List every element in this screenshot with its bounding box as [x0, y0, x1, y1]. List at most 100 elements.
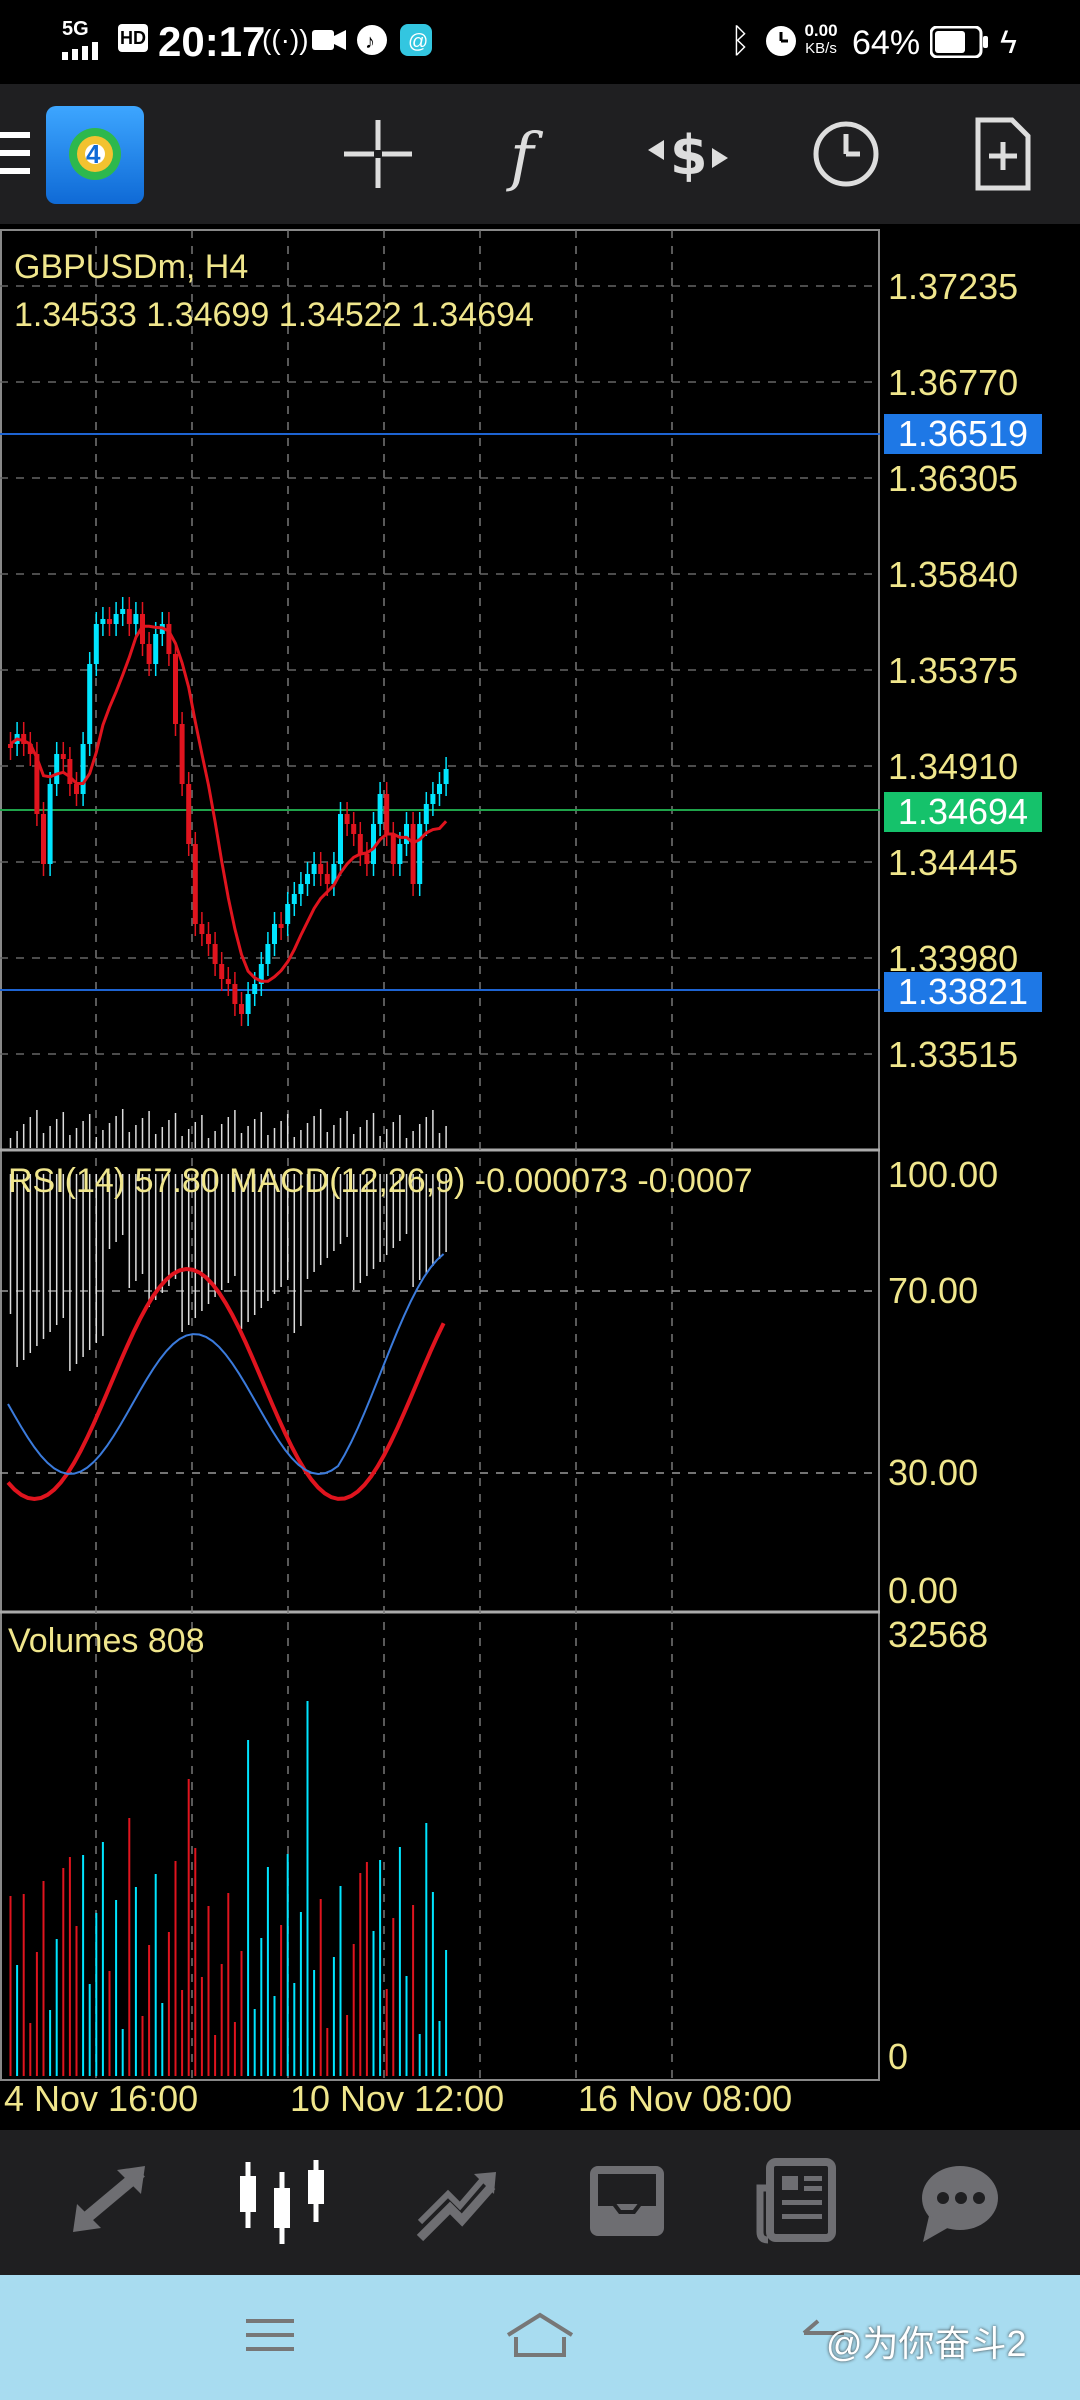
nav-chat[interactable]: [905, 2152, 1015, 2252]
chart-frame: [0, 229, 880, 2081]
candles-icon: [240, 2160, 324, 2244]
metatrader-logo: 4: [69, 128, 121, 180]
price-tick: 1.35375: [888, 650, 1019, 691]
nav-trade[interactable]: [400, 2152, 510, 2252]
candle-body: [225, 979, 231, 984]
crosshair-icon: [344, 120, 412, 188]
candle-body: [219, 964, 225, 979]
bid-price-tag: 1.34694: [884, 792, 1042, 832]
candle-body: [232, 984, 238, 1004]
candle-body: [285, 904, 291, 924]
candle-body: [245, 994, 251, 1014]
clock-time: 20:17: [158, 18, 266, 65]
candle-body: [305, 874, 310, 884]
candle-body: [384, 794, 390, 834]
nav-chart[interactable]: [228, 2152, 338, 2252]
oscillator-tick: 30.00: [888, 1452, 979, 1493]
oscillator-tick: 70.00: [888, 1270, 979, 1311]
candle-body: [272, 924, 277, 944]
time-tick: 4 Nov 16:00: [4, 2078, 199, 2119]
symbol-title: GBPUSDm, H4: [14, 248, 249, 286]
battery-icon: [929, 25, 990, 63]
candle-body: [206, 934, 211, 944]
candle-body: [239, 1004, 244, 1014]
candle-body: [318, 864, 324, 874]
price-tick: 1.36305: [888, 458, 1019, 499]
system-navigation-bar: @为你奋斗2: [0, 2275, 1080, 2400]
app-logo-button[interactable]: 4: [46, 106, 144, 204]
candle-body: [423, 804, 429, 824]
candle-body: [199, 924, 205, 934]
indicators-button[interactable]: f: [484, 106, 580, 202]
candle-body: [153, 634, 159, 664]
crosshair-button[interactable]: [330, 106, 426, 202]
candle-body: [417, 824, 423, 884]
timeframe-button[interactable]: [798, 106, 894, 202]
chart-area[interactable]: GBPUSDm, H4 1.34533 1.34699 1.34522 1.34…: [0, 224, 1080, 2130]
candle-body: [437, 784, 442, 794]
time-tick: 10 Nov 12:00: [290, 2078, 505, 2119]
candle-body: [126, 609, 132, 624]
inbox-icon: [590, 2166, 664, 2236]
home-button[interactable]: [504, 2305, 576, 2365]
alarm-icon: [764, 24, 798, 63]
function-icon: f: [506, 120, 544, 194]
oscillator-title: RSI(14) 57.80 MACD(12,26,9) -0.000073 -0…: [8, 1162, 753, 1200]
candle-body: [166, 624, 172, 654]
net-speed: 0.00 KB/s: [800, 22, 842, 58]
candle-body: [364, 854, 370, 864]
new-order-button[interactable]: [954, 106, 1050, 202]
candle-body: [74, 784, 79, 794]
candle-body: [107, 619, 112, 624]
rsi-line: [7, 1253, 445, 1475]
nav-news[interactable]: [744, 2152, 854, 2252]
candle-body: [173, 654, 178, 724]
menu-button[interactable]: [0, 128, 40, 178]
candle-body: [278, 924, 284, 928]
music-icon: ♪: [356, 24, 388, 61]
home-icon: [506, 2312, 574, 2357]
bottom-navigation: [0, 2130, 1080, 2275]
network-type: 5G: [62, 18, 89, 40]
candle-body: [351, 824, 357, 834]
nav-history[interactable]: [572, 2152, 682, 2252]
candle-body: [87, 664, 93, 744]
upper-line-price-tag[interactable]: 1.36519: [884, 414, 1042, 454]
svg-text:$: $: [670, 124, 708, 187]
nav-quotes[interactable]: [55, 2152, 165, 2252]
price-tick: 1.36770: [888, 362, 1019, 403]
symbols-button[interactable]: $: [640, 106, 736, 202]
hd-badge: HD: [118, 24, 148, 52]
candle-body: [146, 644, 152, 664]
candle-body: [377, 794, 383, 824]
quotes-arrows-icon: [73, 2166, 145, 2232]
candle-body: [8, 744, 13, 748]
candle-body: [133, 614, 139, 624]
candle-body: [404, 824, 409, 844]
price-tick: 1.34910: [888, 746, 1019, 787]
candle-body: [430, 794, 436, 804]
candle-body: [120, 609, 126, 614]
candle-body: [179, 724, 185, 784]
candle-body: [212, 944, 218, 964]
candle-body: [311, 864, 317, 874]
candle-body: [298, 884, 304, 894]
candle-body: [410, 824, 416, 884]
trade-chart-icon: [416, 2172, 496, 2242]
price-tick: 1.35840: [888, 554, 1019, 595]
recent-apps-button[interactable]: [240, 2305, 300, 2365]
candle-body: [100, 619, 106, 624]
net-speed-unit: KB/s: [805, 40, 837, 57]
menu-icon: [0, 132, 30, 174]
candle-body: [397, 844, 403, 864]
watermark-text: @为你奋斗2: [826, 2323, 1027, 2364]
lower-line-price-tag[interactable]: 1.33821: [884, 972, 1042, 1012]
clock-icon: [813, 121, 879, 187]
svg-text:♪: ♪: [365, 31, 375, 53]
candle-body: [324, 874, 330, 884]
menu-lines-icon: [246, 2319, 294, 2351]
price-tick: 1.33515: [888, 1034, 1019, 1075]
candle-body: [338, 814, 343, 864]
oscillator-tick: 100.00: [888, 1154, 999, 1195]
bluetooth-icon: ᛒ: [730, 22, 751, 60]
